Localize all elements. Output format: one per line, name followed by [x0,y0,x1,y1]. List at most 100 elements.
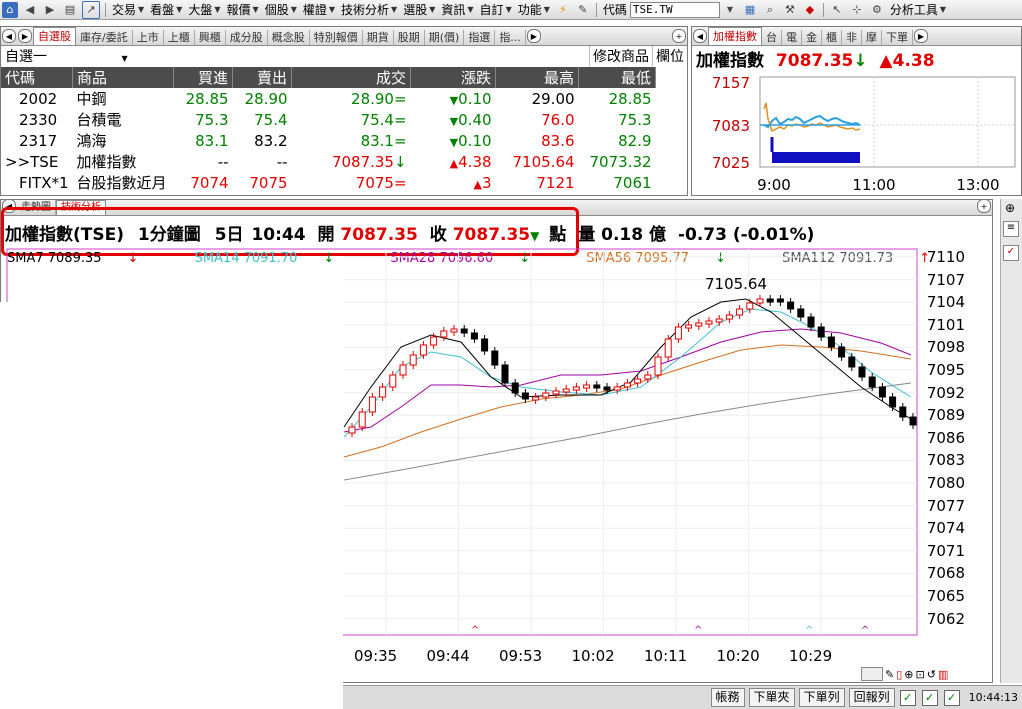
tab-inventory[interactable]: 庫存/委託 [76,30,133,45]
menu-warrant[interactable]: 權證 ▼ [300,1,338,18]
menu-trade[interactable]: 交易 ▼ [109,1,147,18]
quote-table: 代碼 商品 買進 賣出 成交 漲跌 最高 最低 2002 中鋼 28.85 28… [1,67,687,193]
menu-analysis-tools[interactable]: 分析工具 ▼ [887,1,949,18]
table-row[interactable]: 2002 中鋼 28.85 28.90 28.90= ▼0.10 29.00 2… [1,88,687,109]
zoom-in-icon[interactable]: ⊕ [904,668,913,681]
col-last[interactable]: 成交 [291,67,412,88]
notepad-icon[interactable]: ✎ [575,2,591,18]
scroll-track[interactable] [861,667,883,681]
col-low[interactable]: 最低 [578,67,657,88]
mini-chart-header: 加權指數 7087.35↓ ▲4.38 [696,46,935,71]
menu-technical[interactable]: 技術分析 ▼ [338,1,400,18]
menu-watch[interactable]: 看盤 ▼ [147,1,185,18]
tab-scroll-left-icon[interactable]: ◀ [693,29,707,43]
menu-screener[interactable]: 選股 ▼ [400,1,438,18]
tab-stock-futures[interactable]: 股期 [394,30,425,45]
forward-icon[interactable]: ▶ [42,2,58,18]
tab-emerging[interactable]: 興櫃 [195,30,226,45]
tab-msci[interactable]: 摩 [862,30,882,45]
tab-more-icon[interactable]: ▶ [914,29,928,43]
edit-symbols-button[interactable]: 修改商品 [589,45,652,66]
table-row[interactable]: 2317 鴻海 83.1 83.2 83.1= ▼0.10 83.6 82.9 [1,130,687,151]
symbol-input[interactable]: TSE.TW [629,1,720,18]
notes-icon[interactable]: ≡ [1003,221,1019,237]
bookmark-icon[interactable]: ◆ [802,2,818,18]
tab-otc-index[interactable]: 櫃 [822,30,842,45]
info-period[interactable]: 1分鐘圖 [138,225,201,245]
back-icon[interactable]: ◀ [22,2,38,18]
col-ask[interactable]: 賣出 [232,67,293,88]
table-row[interactable]: >>TSE 加權指數 -- -- 7087.35↓ ▲4.38 7105.64 … [1,151,687,172]
col-high[interactable]: 最高 [495,67,580,88]
check-icon[interactable]: ✓ [1003,245,1019,261]
tab-finance[interactable]: 金 [802,30,822,45]
crosshair-icon[interactable]: ⊹ [849,2,865,18]
menu-function[interactable]: 功能 ▼ [515,1,553,18]
tab-taiex[interactable]: 加權指數 [708,27,762,45]
candle [736,308,744,316]
tab-electronics[interactable]: 電 [782,30,802,45]
check-icon[interactable]: ✓ [921,689,938,706]
col-change[interactable]: 漲跌 [410,67,497,88]
home-icon[interactable]: ⌂ [2,1,18,18]
undo-icon[interactable]: ↺ [927,668,936,681]
dropdown-icon[interactable]: ▼ [722,2,738,18]
zoom-icon[interactable]: + [672,29,686,43]
zoom-icon[interactable]: ⊕ [1005,201,1015,215]
tab-order[interactable]: 下單 [882,30,913,45]
tab-listed[interactable]: 上市 [133,30,164,45]
tab-otc[interactable]: 上櫃 [164,30,195,45]
tab-special[interactable]: 特別報價 [310,30,363,45]
tab-tw[interactable]: 台 [762,30,782,45]
col-bid[interactable]: 買進 [173,67,234,88]
check-icon[interactable]: ✓ [943,689,960,706]
tab-concept[interactable]: 概念股 [268,30,310,45]
table-row[interactable]: FITX*1 台股指數近月 7074 7075 7075= ▲3 7121 70… [1,172,687,193]
account-button[interactable]: 帳務 [710,688,745,707]
lightning-icon[interactable]: ⚡ [555,2,571,18]
tab-index-options[interactable]: 指選 [464,30,496,45]
menu-quote[interactable]: 報價 ▼ [224,1,262,18]
pen-icon[interactable]: ✎ [885,668,894,681]
group-select[interactable]: 自選一 ▼ [1,46,128,66]
order-folder-button[interactable]: 下單夾 [748,688,795,707]
tools-icon[interactable]: ⚒ [782,2,798,18]
tab-index-more[interactable]: 指... [495,30,526,45]
external-link-icon[interactable]: ↗ [82,0,100,19]
tab-futures[interactable]: 期貨 [363,30,394,45]
tab-components[interactable]: 成分股 [226,30,268,45]
cell-code: FITX*1 [19,173,69,192]
tab-scroll-left-icon[interactable]: ◀ [2,29,16,43]
tab-scroll-right-icon[interactable]: ▶ [18,29,32,43]
tab-watchlist[interactable]: 自選股 [33,27,76,45]
columns-button[interactable]: 欄位 [652,45,687,66]
report-bar-button[interactable]: 回報列 [848,688,895,707]
table-row[interactable]: 2330 台積電 75.3 75.4 75.4= ▼0.40 76.0 75.3 [1,109,687,130]
tab-non-finance[interactable]: 非 [842,30,862,45]
quote-board-icon[interactable]: ▦ [742,2,758,18]
order-bar-button[interactable]: 下單列 [798,688,845,707]
info-days[interactable]: 5日 [215,225,244,245]
print-icon[interactable]: ▤ [62,2,78,18]
check-icon[interactable]: ✓ [899,689,916,706]
candle [878,386,886,398]
chart-toolbar: ✎ ▯ ⊕ ⊡ ↺ ▥ [861,666,991,682]
tab-more-icon[interactable]: ▶ [526,29,541,43]
bar-chart-icon[interactable]: ▥ [938,668,948,681]
info-symbol: 加權指數(TSE) [5,225,124,245]
high-label: 7105.64 [705,275,767,293]
candle-icon[interactable]: ▯ [896,668,902,681]
settings-icon[interactable]: ⚙ [869,2,885,18]
menu-info[interactable]: 資訊 ▼ [438,1,476,18]
cursor-icon[interactable]: ↖ [829,2,845,18]
candle [746,302,754,310]
menu-market[interactable]: 大盤 ▼ [185,1,223,18]
col-code[interactable]: 代碼 [1,67,74,88]
col-name[interactable]: 商品 [72,67,175,88]
menu-stock[interactable]: 個股 ▼ [262,1,300,18]
fit-icon[interactable]: ⊡ [916,668,925,681]
search-icon[interactable]: ⌕ [762,2,778,18]
tab-futures-price[interactable]: 期(價) [425,30,465,45]
zoom-icon[interactable]: + [977,200,991,213]
menu-custom[interactable]: 自訂 ▼ [477,1,515,18]
